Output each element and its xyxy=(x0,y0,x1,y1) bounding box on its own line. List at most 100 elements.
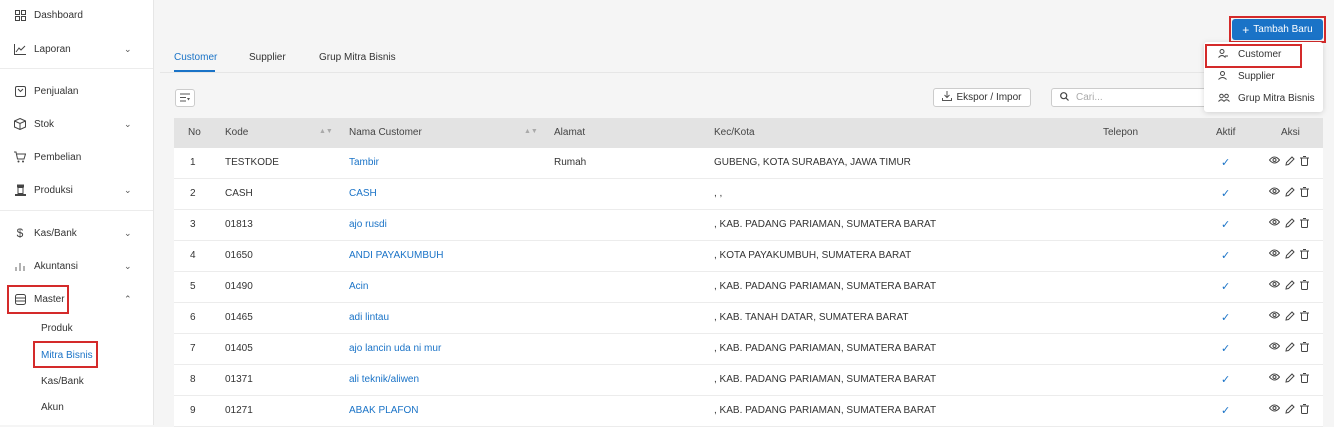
cell-nama-customer[interactable]: Tambir xyxy=(349,157,379,168)
table-row[interactable]: 7 01405 ajo lancin uda ni mur , KAB. PADANG… xyxy=(174,334,1323,365)
delete-icon[interactable] xyxy=(1300,311,1309,324)
sidebar-item-kas-bank[interactable]: $ Kas/Bank ⌄ xyxy=(0,218,153,248)
edit-icon[interactable] xyxy=(1285,187,1295,200)
dashboard-icon xyxy=(14,9,26,21)
cell-no: 1 xyxy=(190,157,196,168)
cell-nama-customer[interactable]: CASH xyxy=(349,188,377,199)
search-input[interactable] xyxy=(1074,91,1198,104)
divider xyxy=(0,210,153,211)
delete-icon[interactable] xyxy=(1300,218,1309,231)
view-icon[interactable] xyxy=(1268,342,1281,353)
cell-kode: 01465 xyxy=(225,312,253,323)
sidebar-item-label: Pembelian xyxy=(34,151,82,163)
sidebar-item-laporan[interactable]: Laporan ⌄ xyxy=(0,34,153,64)
delete-icon[interactable] xyxy=(1300,187,1309,200)
table-row[interactable]: 2 CASH CASH , , ✓ xyxy=(174,179,1323,210)
edit-icon[interactable] xyxy=(1285,404,1295,417)
table-row[interactable]: 9 01271 ABAK PLAFON , KAB. PADANG PARIAMAN,… xyxy=(174,396,1323,427)
export-import-button[interactable]: Ekspor / Impor xyxy=(933,88,1031,107)
column-settings-button[interactable] xyxy=(175,89,195,107)
delete-icon[interactable] xyxy=(1300,404,1309,417)
sidebar-item-label: Penjualan xyxy=(34,85,79,97)
column-header-telepon[interactable]: Telepon xyxy=(1103,127,1138,138)
view-icon[interactable] xyxy=(1268,249,1281,260)
tab-customer[interactable]: Customer xyxy=(174,52,217,63)
delete-icon[interactable] xyxy=(1300,249,1309,262)
edit-icon[interactable] xyxy=(1285,311,1295,324)
cell-kode: 01650 xyxy=(225,250,253,261)
cell-nama-customer[interactable]: ajo lancin uda ni mur xyxy=(349,343,441,354)
cell-nama-customer[interactable]: ANDI PAYAKUMBUH xyxy=(349,250,443,261)
filter-list-icon xyxy=(180,93,190,104)
delete-icon[interactable] xyxy=(1300,373,1309,386)
sidebar-item-produksi[interactable]: Produksi ⌄ xyxy=(0,175,153,205)
cell-kec-kota: GUBENG, KOTA SURABAYA, JAWA TIMUR xyxy=(714,157,911,168)
column-header-aksi[interactable]: Aksi xyxy=(1281,127,1300,138)
cell-nama-customer[interactable]: Acin xyxy=(349,281,368,292)
cell-nama-customer[interactable]: ajo rusdi xyxy=(349,219,387,230)
column-header-nama-customer[interactable]: Nama Customer xyxy=(349,127,422,138)
column-header-alamat[interactable]: Alamat xyxy=(554,127,585,138)
tab-supplier[interactable]: Supplier xyxy=(249,52,286,63)
divider xyxy=(160,72,1323,73)
table-row[interactable]: 5 01490 Acin , KAB. PADANG PARIAMAN, SUMATE… xyxy=(174,272,1323,303)
column-header-kec-kota[interactable]: Kec/Kota xyxy=(714,127,755,138)
cell-no: 8 xyxy=(190,374,196,385)
active-check-icon: ✓ xyxy=(1221,405,1231,417)
sidebar-item-stok[interactable]: Stok ⌄ xyxy=(0,109,153,139)
sidebar-item-penjualan[interactable]: Penjualan xyxy=(0,76,153,106)
active-check-icon: ✓ xyxy=(1221,250,1231,262)
view-icon[interactable] xyxy=(1268,280,1281,291)
active-check-icon: ✓ xyxy=(1221,343,1231,355)
sidebar-item-label: Akuntansi xyxy=(34,260,78,272)
column-header-no[interactable]: No xyxy=(188,127,201,138)
delete-icon[interactable] xyxy=(1300,156,1309,169)
box-icon xyxy=(14,118,26,130)
chevron-down-icon: ⌄ xyxy=(124,227,132,238)
edit-icon[interactable] xyxy=(1285,156,1295,169)
view-icon[interactable] xyxy=(1268,218,1281,229)
table-row[interactable]: 8 01371 ali teknik/aliwen , KAB. PADANG PAR… xyxy=(174,365,1323,396)
view-icon[interactable] xyxy=(1268,373,1281,384)
active-check-icon: ✓ xyxy=(1221,188,1231,200)
cell-nama-customer[interactable]: adi lintau xyxy=(349,312,389,323)
table-row[interactable]: 3 01813 ajo rusdi , KAB. PADANG PARIAMAN, S… xyxy=(174,210,1323,241)
table-row[interactable]: 4 01650 ANDI PAYAKUMBUH , KOTA PAYAKUMBUH, … xyxy=(174,241,1323,272)
edit-icon[interactable] xyxy=(1285,280,1295,293)
edit-icon[interactable] xyxy=(1285,373,1295,386)
delete-icon[interactable] xyxy=(1300,342,1309,355)
sidebar-item-akuntansi[interactable]: Akuntansi ⌄ xyxy=(0,251,153,281)
chevron-down-icon: ⌄ xyxy=(124,184,132,195)
edit-icon[interactable] xyxy=(1285,218,1295,231)
sidebar-subitem-kas-bank[interactable]: Kas/Bank xyxy=(41,376,84,387)
cell-no: 2 xyxy=(190,188,196,199)
delete-icon[interactable] xyxy=(1300,280,1309,293)
cell-no: 4 xyxy=(190,250,196,261)
active-check-icon: ✓ xyxy=(1221,374,1231,386)
view-icon[interactable] xyxy=(1268,311,1281,322)
view-icon[interactable] xyxy=(1268,156,1281,167)
sidebar-item-dashboard[interactable]: Dashboard xyxy=(0,0,153,30)
sidebar-subitem-produk[interactable]: Produk xyxy=(41,323,73,334)
cell-nama-customer[interactable]: ABAK PLAFON xyxy=(349,405,418,416)
column-header-kode[interactable]: Kode xyxy=(225,127,248,138)
edit-icon[interactable] xyxy=(1285,249,1295,262)
sort-icon[interactable]: ▲▼ xyxy=(524,128,538,135)
cell-kec-kota: , KAB. PADANG PARIAMAN, SUMATERA BARAT xyxy=(714,281,937,292)
dropdown-item-supplier[interactable]: Supplier xyxy=(1204,66,1323,86)
sidebar-item-pembelian[interactable]: Pembelian xyxy=(0,142,153,172)
cell-kec-kota: , KAB. PADANG PARIAMAN, SUMATERA BARAT xyxy=(714,405,937,416)
cell-no: 5 xyxy=(190,281,196,292)
cell-nama-customer[interactable]: ali teknik/aliwen xyxy=(349,374,419,385)
dropdown-item-grup-mitra-bisnis[interactable]: Grup Mitra Bisnis xyxy=(1204,88,1323,108)
dropdown-item-label: Grup Mitra Bisnis xyxy=(1238,92,1315,104)
table-row[interactable]: 1 TESTKODE Tambir Rumah GUBENG, KOTA SURABAY… xyxy=(174,148,1323,179)
table-row[interactable]: 6 01465 adi lintau , KAB. TANAH DATAR, SUMA… xyxy=(174,303,1323,334)
tab-grup-mitra-bisnis[interactable]: Grup Mitra Bisnis xyxy=(319,52,396,63)
sidebar-subitem-akun[interactable]: Akun xyxy=(41,402,64,413)
view-icon[interactable] xyxy=(1268,404,1281,415)
column-header-aktif[interactable]: Aktif xyxy=(1216,127,1235,138)
sort-icon[interactable]: ▲▼ xyxy=(319,128,333,135)
view-icon[interactable] xyxy=(1268,187,1281,198)
edit-icon[interactable] xyxy=(1285,342,1295,355)
